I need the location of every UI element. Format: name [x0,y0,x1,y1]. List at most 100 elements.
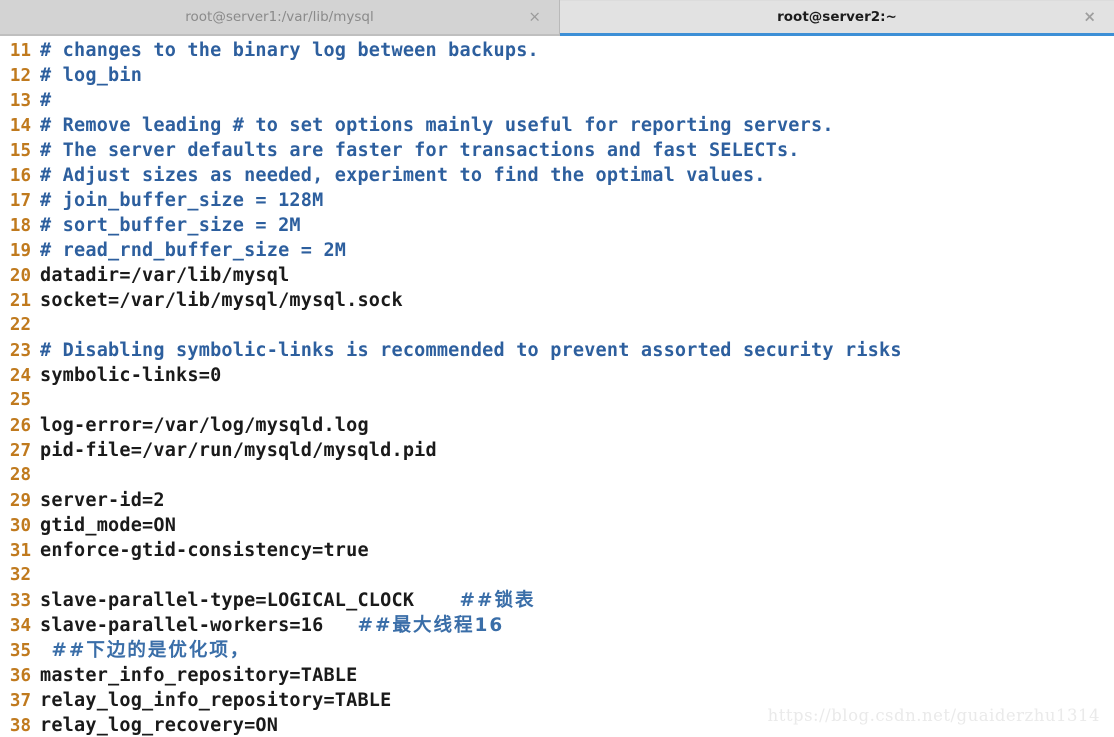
line-text: slave-parallel-workers=16 ##最大线程16 [40,613,1114,638]
code-line: 25 [0,388,1114,413]
line-text: enforce-gtid-consistency=true [40,538,1114,563]
line-text: datadir=/var/lib/mysql [40,263,1114,288]
line-text: # [40,88,1114,113]
line-number: 25 [9,390,31,410]
code-line: 19 # read_rnd_buffer_size = 2M [0,238,1114,263]
comment-token: # join_buffer_size = 128M [40,190,324,211]
line-text: pid-file=/var/run/mysqld/mysqld.pid [40,438,1114,463]
line-text: # Remove leading # to set options mainly… [40,113,1114,138]
tab-title: root@server1:/var/lib/mysql [185,9,374,25]
code-token: gtid_mode=ON [40,515,177,536]
line-text: master_info_repository=TABLE [40,663,1114,688]
comment-token: # Remove leading # to set options mainly… [40,115,834,136]
line-number: 15 [9,141,31,161]
code-line: 21 socket=/var/lib/mysql/mysql.sock [0,288,1114,313]
tab-root-server2[interactable]: root@server2:~ × [560,0,1114,36]
cn-comment-token: ##下边的是优化项， [51,640,251,661]
comment-token: # The server defaults are faster for tra… [40,140,800,161]
code-editor-area[interactable]: 11 # changes to the binary log between ba… [0,36,1114,737]
line-number: 18 [9,216,31,236]
comment-token: # changes to the binary log between back… [40,40,539,61]
line-text: # The server defaults are faster for tra… [40,138,1114,163]
comment-token: # [40,90,52,111]
code-line: 11 # changes to the binary log between ba… [0,38,1114,63]
code-line: 24 symbolic-links=0 [0,363,1114,388]
line-number: 17 [9,191,31,211]
line-text: slave-parallel-type=LOGICAL_CLOCK ##锁表 [40,588,1114,613]
terminal-tab-bar: root@server1:/var/lib/mysql × root@serve… [0,0,1114,36]
code-line: 18 # sort_buffer_size = 2M [0,213,1114,238]
code-line: 22 [0,313,1114,338]
code-token: master_info_repository=TABLE [40,665,358,686]
code-line: 28 [0,463,1114,488]
line-number: 28 [9,465,31,485]
close-icon[interactable]: × [1083,9,1096,25]
code-line: 32 [0,563,1114,588]
code-token: log-error=/var/log/mysqld.log [40,415,369,436]
comment-token: # Disabling symbolic-links is recommende… [40,340,902,361]
close-icon[interactable]: × [528,9,541,25]
watermark-text: https://blog.csdn.net/guaiderzhu1314 [767,706,1100,725]
comment-token: # sort_buffer_size = 2M [40,215,301,236]
line-text: # Disabling symbolic-links is recommende… [40,338,1114,363]
code-line: 20 datadir=/var/lib/mysql [0,263,1114,288]
code-line: 29 server-id=2 [0,488,1114,513]
code-token: slave-parallel-workers=16 [40,615,358,636]
line-number: 35 [9,641,31,661]
line-number: 36 [9,666,31,686]
code-line: 30 gtid_mode=ON [0,513,1114,538]
line-number: 26 [9,416,31,436]
line-text: # Adjust sizes as needed, experiment to … [40,163,1114,188]
line-number: 30 [9,516,31,536]
code-line: 34 slave-parallel-workers=16 ##最大线程16 [0,613,1114,638]
line-text: # log_bin [40,63,1114,88]
code-line: 14 # Remove leading # to set options main… [0,113,1114,138]
line-number: 38 [9,716,31,736]
line-text: # read_rnd_buffer_size = 2M [40,238,1114,263]
cn-comment-token: ##锁表 [459,590,536,611]
code-token: datadir=/var/lib/mysql [40,265,290,286]
code-line: 27 pid-file=/var/run/mysqld/mysqld.pid [0,438,1114,463]
line-number: 33 [9,591,31,611]
code-line: 33 slave-parallel-type=LOGICAL_CLOCK ##锁表 [0,588,1114,613]
comment-token: # log_bin [40,65,143,86]
code-line: 26 log-error=/var/log/mysqld.log [0,413,1114,438]
line-text: socket=/var/lib/mysql/mysql.sock [40,288,1114,313]
code-line: 35 ##下边的是优化项， [0,638,1114,663]
line-number: 34 [9,616,31,636]
code-line: 12 # log_bin [0,63,1114,88]
line-number: 16 [9,166,31,186]
code-token: symbolic-links=0 [40,365,222,386]
line-number: 11 [9,41,31,61]
line-text: gtid_mode=ON [40,513,1114,538]
code-line: 31 enforce-gtid-consistency=true [0,538,1114,563]
cn-comment-token: ##最大线程16 [357,615,505,636]
code-line: 23 # Disabling symbolic-links is recommen… [0,338,1114,363]
code-lines-container: 11 # changes to the binary log between ba… [0,38,1114,737]
line-text: server-id=2 [40,488,1114,513]
code-token: socket=/var/lib/mysql/mysql.sock [40,290,403,311]
tab-root-server1[interactable]: root@server1:/var/lib/mysql × [0,0,560,36]
line-number: 14 [9,116,31,136]
code-token: enforce-gtid-consistency=true [40,540,369,561]
code-line: 15 # The server defaults are faster for t… [0,138,1114,163]
line-number: 29 [9,491,31,511]
line-text: ##下边的是优化项， [40,638,1114,663]
line-number: 19 [9,241,31,261]
code-line: 36 master_info_repository=TABLE [0,663,1114,688]
line-number: 27 [9,441,31,461]
line-text: # join_buffer_size = 128M [40,188,1114,213]
comment-token: # read_rnd_buffer_size = 2M [40,240,347,261]
code-token: relay_log_recovery=ON [40,715,279,736]
comment-token: # Adjust sizes as needed, experiment to … [40,165,766,186]
code-line: 16 # Adjust sizes as needed, experiment t… [0,163,1114,188]
line-number: 20 [9,266,31,286]
line-number: 37 [9,691,31,711]
code-line: 13 # [0,88,1114,113]
line-number: 13 [9,91,31,111]
line-text: # sort_buffer_size = 2M [40,213,1114,238]
code-token: server-id=2 [40,490,165,511]
code-line: 17 # join_buffer_size = 128M [0,188,1114,213]
line-text: symbolic-links=0 [40,363,1114,388]
